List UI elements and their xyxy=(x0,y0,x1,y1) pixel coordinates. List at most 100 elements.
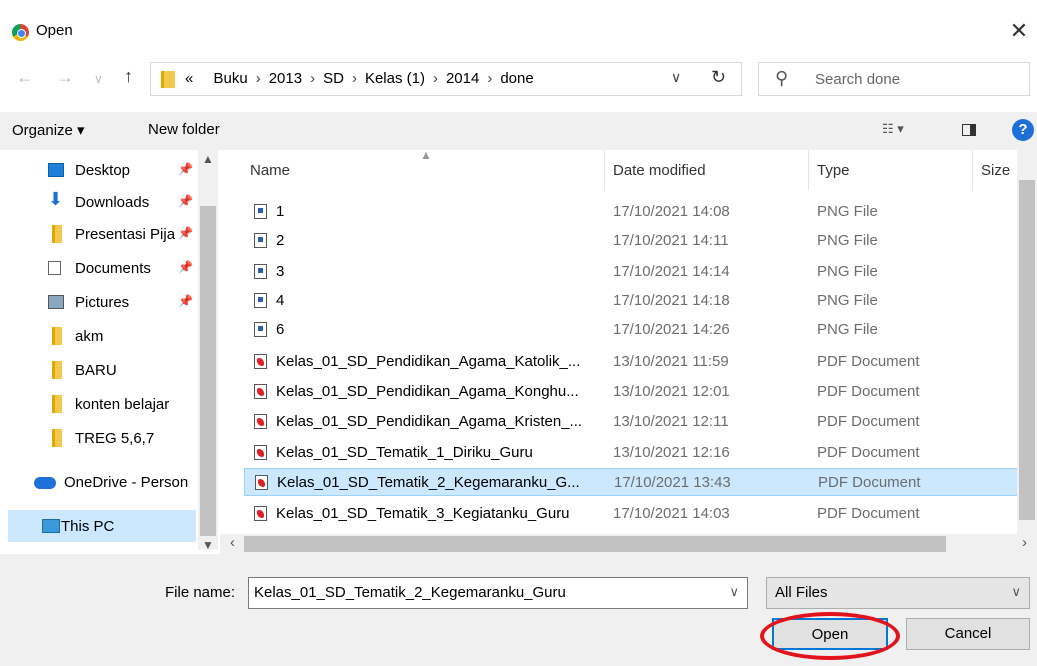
new-folder-button[interactable]: New folder xyxy=(148,121,220,138)
pdf-file-icon xyxy=(254,354,267,369)
file-row[interactable]: 3 17/10/2021 14:14 PNG File 1 xyxy=(244,258,1037,286)
file-row[interactable]: 2 17/10/2021 14:11 PNG File 5 xyxy=(244,227,1037,255)
chevron-down-icon[interactable]: ∨ xyxy=(729,584,739,600)
chrome-icon xyxy=(12,24,29,41)
pin-icon: 📌 xyxy=(178,226,193,240)
file-type-select[interactable]: All Files ∨ xyxy=(766,577,1030,609)
scrollbar-thumb[interactable] xyxy=(244,536,946,552)
file-row-selected[interactable]: Kelas_01_SD_Tematik_2_Kegemaranku_G... 1… xyxy=(244,468,1037,496)
scroll-up-icon[interactable]: ▲ xyxy=(202,152,214,166)
pc-icon xyxy=(42,519,60,533)
pin-icon: 📌 xyxy=(178,194,193,208)
png-file-icon xyxy=(254,233,267,248)
pdf-file-icon xyxy=(254,445,267,460)
sort-ascending-icon: ▲ xyxy=(420,150,432,162)
download-icon: ⬇ xyxy=(48,189,64,209)
png-file-icon xyxy=(254,322,267,337)
sidebar-item-pictures[interactable]: Pictures 📌 xyxy=(0,286,196,318)
file-row[interactable]: 4 17/10/2021 14:18 PNG File 2 xyxy=(244,287,1037,315)
scrollbar-thumb[interactable] xyxy=(1019,180,1035,520)
horizontal-scrollbar[interactable]: ‹ › xyxy=(220,534,1037,554)
breadcrumb-item[interactable]: SD xyxy=(323,70,344,87)
column-name[interactable]: Name xyxy=(250,162,290,179)
pdf-file-icon xyxy=(254,384,267,399)
organize-menu[interactable]: Organize ▾ xyxy=(12,121,85,139)
search-placeholder: Search done xyxy=(815,71,901,88)
forward-arrow-icon[interactable]: → xyxy=(56,67,74,88)
breadcrumb-item[interactable]: 2014 xyxy=(446,70,479,87)
column-date-modified[interactable]: Date modified xyxy=(613,162,706,179)
file-row[interactable]: Kelas_01_SD_Pendidikan_Agama_Konghu... 1… xyxy=(244,378,1037,406)
breadcrumb-item[interactable]: Kelas (1) xyxy=(365,70,425,87)
sidebar-item-documents[interactable]: Documents 📌 xyxy=(0,252,196,284)
breadcrumb-item[interactable]: Buku xyxy=(214,70,248,87)
folder-icon xyxy=(161,71,175,88)
chevron-down-icon: ∨ xyxy=(1011,584,1021,599)
close-icon[interactable]: ✕ xyxy=(1007,18,1031,44)
preview-pane-icon[interactable] xyxy=(962,124,976,136)
file-list: ▲ Name Date modified Type Size 1 17/10/2… xyxy=(220,150,1037,534)
window-title: Open xyxy=(36,22,73,39)
cancel-button[interactable]: Cancel xyxy=(906,618,1030,650)
scroll-down-icon[interactable]: ▼ xyxy=(202,538,214,552)
sidebar-item-desktop[interactable]: Desktop 📌 xyxy=(0,154,196,186)
cloud-icon xyxy=(34,477,56,489)
file-row[interactable]: Kelas_01_SD_Tematik_3_Kegiatanku_Guru 17… xyxy=(244,500,1037,528)
scroll-right-icon[interactable]: › xyxy=(1022,534,1027,551)
sidebar-scrollbar[interactable]: ▲ ▼ xyxy=(198,150,218,552)
column-type[interactable]: Type xyxy=(817,162,850,179)
folder-icon xyxy=(52,327,62,345)
up-arrow-icon[interactable]: ↑ xyxy=(124,66,133,87)
search-icon: ⚲ xyxy=(775,68,789,88)
sidebar-item-downloads[interactable]: ⬇ Downloads 📌 xyxy=(0,186,196,218)
sidebar-item-this-pc[interactable]: This PC xyxy=(8,510,196,542)
refresh-icon[interactable]: ↻ xyxy=(711,67,726,88)
chevron-down-icon[interactable]: ∨ xyxy=(671,69,681,86)
file-name-input[interactable] xyxy=(249,578,719,606)
sidebar-item-treg[interactable]: TREG 5,6,7 xyxy=(0,422,196,454)
png-file-icon xyxy=(254,264,267,279)
pin-icon: 📌 xyxy=(178,294,193,308)
file-row[interactable]: 1 17/10/2021 14:08 PNG File 1 xyxy=(244,198,1037,226)
sidebar-item-presentasi[interactable]: Presentasi Pija 📌 xyxy=(0,218,196,250)
breadcrumb-item[interactable]: 2013 xyxy=(269,70,302,87)
breadcrumb-overflow[interactable]: « xyxy=(185,70,193,87)
sidebar-item-akm[interactable]: akm xyxy=(0,320,196,352)
scroll-left-icon[interactable]: ‹ xyxy=(230,534,235,551)
sidebar-item-konten-belajar[interactable]: konten belajar xyxy=(0,388,196,420)
red-circle-annotation xyxy=(760,612,900,660)
file-row[interactable]: Kelas_01_SD_Pendidikan_Agama_Kristen_...… xyxy=(244,408,1037,436)
recent-locations-icon[interactable]: ∨ xyxy=(94,72,103,86)
navigation-bar: ← → ∨ ↑ « Buku › 2013 › SD › Kelas (1) ›… xyxy=(0,60,1037,98)
file-row[interactable]: 6 17/10/2021 14:26 PNG File 3 xyxy=(244,316,1037,344)
pin-icon: 📌 xyxy=(178,162,193,176)
file-name-combo[interactable]: ∨ xyxy=(248,577,748,609)
sidebar-item-baru[interactable]: BARU xyxy=(0,354,196,386)
desktop-icon xyxy=(48,163,64,177)
address-bar[interactable]: « Buku › 2013 › SD › Kelas (1) › 2014 › … xyxy=(150,62,742,96)
chevron-right-icon: › xyxy=(351,70,357,87)
documents-icon xyxy=(48,261,61,275)
column-size[interactable]: Size xyxy=(981,162,1010,179)
breadcrumb-item[interactable]: done xyxy=(500,70,533,87)
png-file-icon xyxy=(254,293,267,308)
view-options-icon[interactable]: ☷ ▾ xyxy=(882,121,904,137)
sidebar-item-onedrive[interactable]: OneDrive - Person xyxy=(0,466,196,498)
file-row[interactable]: Kelas_01_SD_Pendidikan_Agama_Katolik_...… xyxy=(244,348,1037,376)
scrollbar-thumb[interactable] xyxy=(200,206,216,536)
search-box[interactable]: ⚲ Search done xyxy=(758,62,1030,96)
title-bar: Open ✕ xyxy=(0,0,1037,60)
file-list-scrollbar[interactable] xyxy=(1017,150,1037,534)
folder-icon xyxy=(52,361,62,379)
file-type-value: All Files xyxy=(775,584,828,601)
pin-icon: 📌 xyxy=(178,260,193,274)
file-row[interactable]: Kelas_01_SD_Tematik_1_Diriku_Guru 13/10/… xyxy=(244,439,1037,467)
pdf-file-icon xyxy=(254,414,267,429)
file-name-label: File name: xyxy=(165,584,236,601)
back-arrow-icon[interactable]: ← xyxy=(16,67,34,88)
help-icon[interactable]: ? xyxy=(1012,119,1034,141)
pictures-icon xyxy=(48,295,64,309)
chevron-right-icon: › xyxy=(432,70,438,87)
column-header-row: ▲ Name Date modified Type Size xyxy=(220,150,1037,190)
navigation-pane: Desktop 📌 ⬇ Downloads 📌 Presentasi Pija … xyxy=(0,150,218,550)
